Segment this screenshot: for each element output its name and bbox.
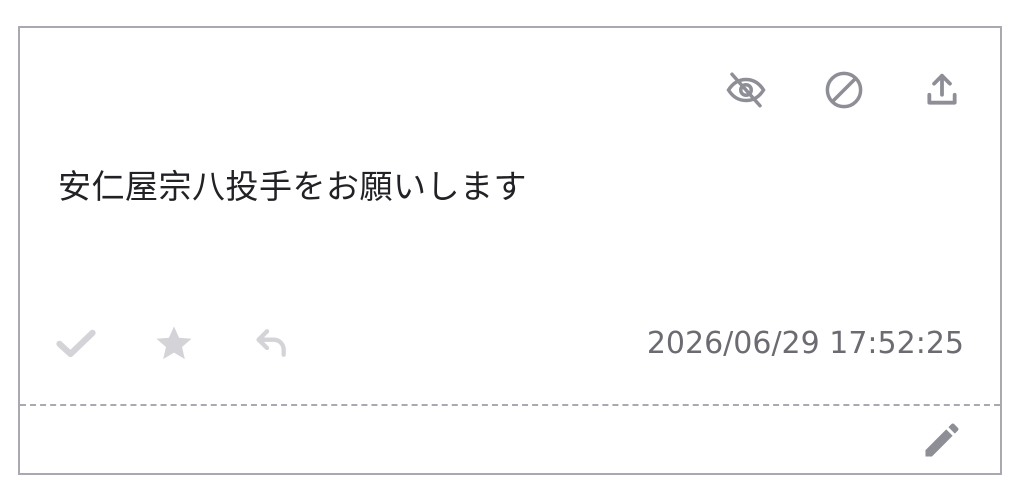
star-icon: [156, 326, 192, 360]
pencil-icon: [925, 423, 959, 457]
eye-off-icon: [726, 72, 766, 108]
check-icon: [56, 329, 96, 358]
block-button[interactable]: [822, 68, 866, 112]
top-action-bar: [724, 68, 964, 112]
timestamp: 2026/06/29 17:52:25: [646, 326, 964, 361]
block-icon: [825, 71, 863, 109]
hide-button[interactable]: [724, 68, 768, 112]
message-text: 安仁屋宗八投手をお願いします: [58, 167, 527, 206]
upload-icon: [927, 73, 957, 105]
reply-button[interactable]: [250, 321, 294, 365]
favorite-button[interactable]: [152, 321, 196, 365]
dashed-divider: [20, 404, 1000, 406]
message-card: 安仁屋宗八投手をお願いします 2026/06/29 17:52:25: [18, 26, 1002, 475]
edit-button[interactable]: [920, 418, 964, 462]
reply-icon: [256, 329, 286, 357]
share-button[interactable]: [920, 68, 964, 112]
check-button[interactable]: [54, 321, 98, 365]
bottom-action-bar: [54, 321, 348, 365]
